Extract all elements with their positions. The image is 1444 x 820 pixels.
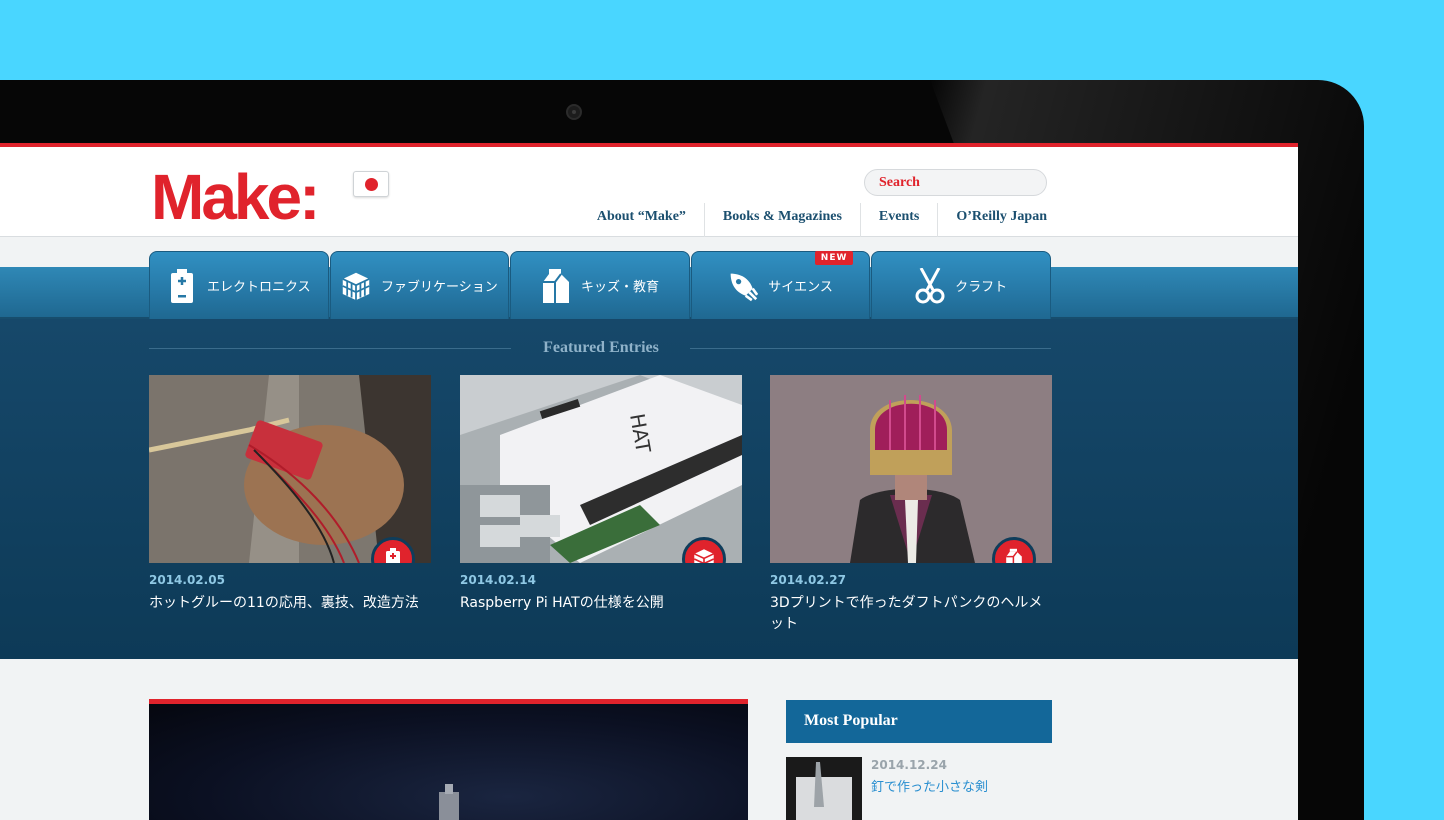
entry-date: 2014.02.05 <box>149 573 225 587</box>
nav-events[interactable]: Events <box>859 203 937 237</box>
featured-image-hot-glue[interactable] <box>149 375 431 563</box>
entry-title[interactable]: Raspberry Pi HATの仕様を公開 <box>460 593 742 614</box>
tab-label: クラフト <box>955 280 1008 295</box>
category-tabs: エレクトロニクス ファブリケーション キッズ・教育 NEW サイエンス クラフト <box>149 251 1051 319</box>
featured-card[interactable]: 2014.02.27 3Dプリントで作ったダフトパンクのヘルメット <box>770 375 1052 635</box>
scissors-icon <box>915 267 945 303</box>
tab-kids-education[interactable]: キッズ・教育 <box>510 251 690 319</box>
entry-title[interactable]: 3Dプリントで作ったダフトパンクのヘルメット <box>770 593 1052 635</box>
nav-about-make[interactable]: About “Make” <box>579 203 704 237</box>
entry-date: 2014.02.14 <box>460 573 536 587</box>
search-input[interactable]: Search <box>864 169 1047 196</box>
tab-craft[interactable]: クラフト <box>871 251 1051 319</box>
cube-icon <box>341 269 371 303</box>
japan-flag-icon[interactable] <box>353 171 389 197</box>
most-popular-heading: Most Popular <box>786 700 1052 743</box>
divider-line <box>149 348 511 349</box>
battery-icon <box>167 268 197 303</box>
nav-books-magazines[interactable]: Books & Magazines <box>703 203 860 237</box>
browser-screen: Make: Search About “Make” Books & Magazi… <box>0 143 1298 820</box>
tab-label: キッズ・教育 <box>580 280 659 295</box>
main-feature-image[interactable] <box>149 699 748 820</box>
webcam <box>566 104 582 120</box>
featured-image-raspberry-pi-hat[interactable]: HAT <box>460 375 742 563</box>
make-logo[interactable]: Make: <box>151 165 320 229</box>
featured-card[interactable]: 2014.02.05 ホットグルーの11の応用、裏技、改造方法 <box>149 375 431 614</box>
entry-date: 2014.02.27 <box>770 573 846 587</box>
popular-title[interactable]: 釘で作った小さな剣 <box>871 776 988 795</box>
site-header: Make: Search About “Make” Books & Magazi… <box>0 147 1298 237</box>
featured-card[interactable]: HAT 2014.02.14 Raspberry Pi HATの仕様を公開 <box>460 375 742 614</box>
tab-science[interactable]: NEW サイエンス <box>690 251 871 319</box>
featured-image-daft-punk-helmet[interactable] <box>770 375 1052 563</box>
entry-title[interactable]: ホットグルーの11の応用、裏技、改造方法 <box>149 593 431 614</box>
popular-thumbnail[interactable] <box>786 757 862 820</box>
tab-label: サイエンス <box>768 280 833 295</box>
featured-entries: Featured Entries 2014.02.05 ホットグルーの11の応用… <box>0 319 1298 659</box>
tab-label: エレクトロニクス <box>206 280 311 295</box>
tab-label: ファブリケーション <box>381 280 498 295</box>
popular-date: 2014.12.24 <box>871 758 947 772</box>
tab-electronics[interactable]: エレクトロニクス <box>149 251 329 319</box>
milk-carton-icon <box>541 268 571 303</box>
nav-oreilly-japan[interactable]: O’Reilly Japan <box>937 203 1047 237</box>
featured-heading: Featured Entries <box>543 339 659 356</box>
rocket-icon <box>728 269 759 303</box>
top-nav: About “Make” Books & Magazines Events O’… <box>579 203 1047 237</box>
tab-fabrication[interactable]: ファブリケーション <box>329 251 510 319</box>
new-badge: NEW <box>814 251 854 265</box>
divider-line <box>690 348 1051 349</box>
